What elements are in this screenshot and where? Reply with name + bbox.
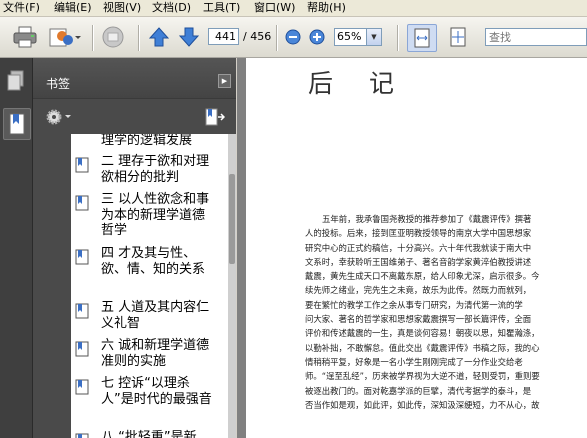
text-line: 五年前，我承鲁国尧教授的推荐参加了《戴震评传》撰著 [322, 214, 532, 224]
toolbar: / 456 65% ▼ [0, 17, 587, 58]
printer-icon [13, 26, 37, 48]
collaborate-button[interactable] [48, 25, 82, 49]
text-line: 要在繁忙的教学工作之余从事专门研究，为清代第一流的学 [305, 299, 523, 310]
bookmark-label: 七 控诉“以理杀人”是时代的最强音 [101, 376, 212, 407]
bookmark-page-icon [75, 341, 89, 361]
bookmark-label: 理学的逻辑发展 [101, 134, 193, 148]
fit-page-button[interactable] [446, 24, 470, 50]
document-page: 后 记 五年前，我承鲁国尧教授的推荐参加了《戴震评传》撰著 人的投标。后来，接到… [246, 58, 587, 438]
text-line: 以勤补拙，不敢懈怠。值此交出《戴震评传》书稿之际，我的心 [305, 342, 540, 353]
fit-width-button[interactable] [407, 24, 437, 52]
bookmarks-panel-header: 书签 ▶ [33, 58, 236, 98]
document-viewport[interactable]: 后 记 五年前，我承鲁国尧教授的推荐参加了《戴震评传》撰著 人的投标。后来，接到… [237, 58, 587, 438]
bookmark-page-icon [75, 157, 89, 177]
comment-icon [102, 26, 124, 48]
fit-page-icon [450, 27, 466, 47]
zoom-select[interactable]: 65% ▼ [334, 28, 382, 46]
menu-tools[interactable]: 工具(T) [203, 0, 240, 16]
expand-bookmark-button[interactable] [203, 107, 227, 127]
bookmark-scrollbar[interactable] [228, 134, 236, 438]
menu-file[interactable]: 文件(F) [3, 0, 40, 16]
zoom-out-icon [285, 29, 301, 45]
page-number-input[interactable] [208, 28, 239, 45]
scrollbar-thumb[interactable] [229, 174, 235, 264]
bookmark-page-icon [75, 433, 89, 438]
page-heading: 后 记 [308, 69, 408, 98]
text-line: 师。“逞至乱经”，历来被学界视为大逆不道，轻则受罚，重则要 [305, 371, 540, 382]
bookmark-page-icon [75, 249, 89, 269]
bookmark-page-icon [75, 195, 89, 215]
menu-window[interactable]: 窗口(W) [254, 0, 295, 16]
comment-button[interactable] [101, 25, 129, 49]
menu-document[interactable]: 文档(D) [152, 0, 191, 16]
bookmark-label: 四 才及其与性、欲、情、知的关系 [101, 246, 206, 277]
zoom-out-button[interactable] [284, 28, 302, 46]
menu-view[interactable]: 视图(V) [103, 0, 141, 16]
bookmark-page-icon [75, 379, 89, 399]
bookmark-label: 三 以人性欲念和事为本的新理学道德哲学 [101, 192, 210, 238]
page-total: / 456 [243, 30, 272, 43]
bookmark-expand-icon [205, 108, 225, 126]
bookmarks-toolbar [33, 98, 236, 135]
text-line: 文系时，幸获聆听王国维弟子、著名音韵学家黄淬伯教授讲述 [305, 256, 532, 267]
options-button[interactable] [45, 107, 73, 127]
text-line: 人的投标。后来，接到匡亚明教授领导的南京大学中国思想家 [305, 228, 532, 239]
navigation-pane-strip [0, 58, 33, 438]
bookmark-page-icon [75, 303, 89, 323]
arrow-down-icon [179, 27, 199, 47]
zoom-value: 65% [337, 30, 362, 43]
pages-panel-button[interactable] [3, 66, 29, 96]
menu-bar: 文件(F) 编辑(E) 视图(V) 文档(D) 工具(T) 窗口(W) 帮助(H… [0, 0, 587, 17]
print-button[interactable] [12, 25, 38, 49]
zoom-in-button[interactable] [308, 28, 326, 46]
text-line: 续先师之绪业，完先生之未竟，故乐为此传。然既力而就列， [305, 285, 532, 296]
next-page-button[interactable] [178, 26, 200, 48]
chevron-down-icon: ▼ [366, 29, 381, 45]
menu-help[interactable]: 帮助(H) [307, 0, 346, 16]
bookmark-list: 理学的逻辑发展 二 理存于欲和对理欲相分的批判 三 以人性欲念和事为本的新理学道… [71, 134, 228, 438]
bookmarks-panel-button[interactable] [3, 108, 31, 140]
bookmark-label: 五 人道及其内容仁义礼智 [101, 300, 210, 331]
bookmark-icon [9, 113, 25, 135]
previous-page-button[interactable] [148, 26, 170, 48]
zoom-in-icon [309, 29, 325, 45]
collaborate-icon [49, 28, 81, 47]
bookmark-label: 二 理存于欲和对理欲相分的批判 [101, 154, 210, 185]
text-line: 戴震，黄先生成天口不离戴东原，给人印象尤深，启示很多。今 [305, 271, 540, 282]
text-line: 被逐出教门的。面对乾嘉学派的巨擘，清代考据学的泰斗，是 [305, 385, 532, 396]
pages-icon [7, 70, 24, 91]
search-input[interactable] [485, 28, 587, 46]
arrow-up-icon [149, 27, 169, 47]
bookmarks-panel-title: 书签 [46, 77, 71, 91]
fit-width-icon [414, 28, 430, 48]
text-line: 情稍稍平复，好象是一名小学生刚刚完成了一分作业交给老 [305, 356, 523, 367]
collapse-panel-button[interactable]: ▶ [218, 74, 231, 88]
text-line: 评价和传述戴震的一生，真是谈何容易！朝夜以思，知瞿瀚涤， [305, 328, 540, 339]
page-body: 五年前，我承鲁国尧教授的推荐参加了《戴震评传》撰著 人的投标。后来，接到匡亚明教… [305, 212, 575, 412]
menu-edit[interactable]: 编辑(E) [54, 0, 92, 16]
bookmark-label: 六 诚和新理学道德准则的实施 [101, 338, 210, 369]
gear-icon [46, 109, 71, 125]
text-line: 研究中心的正式约稿信，十分高兴。六十年代我就读于南大中 [305, 242, 532, 253]
bookmark-label: 八 “批轻重”是新 [101, 430, 197, 438]
text-line: 问大家、著名的哲学家和思想家戴震撰写一部长篇评传，全面 [305, 314, 532, 325]
text-line: 否当作如是观，如此评，如此传，深知汲深绠短，力不从心，故 [305, 399, 540, 410]
